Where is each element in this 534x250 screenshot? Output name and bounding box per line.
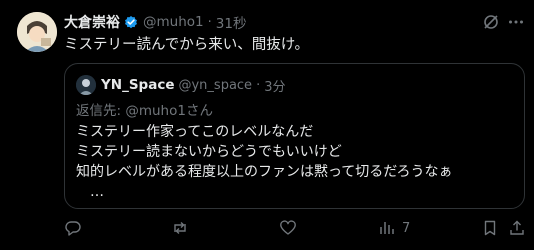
quoted-time[interactable]: 3分 [264,76,285,95]
quoted-header: YN_Space @yn_space · 3分 [76,75,285,95]
share-icon [510,220,524,235]
post-text: ミステリー読んでから来い、間抜け。 [64,37,310,53]
bookmark-icon [484,220,496,236]
author-name[interactable]: 大倉崇裕 [64,12,120,32]
views-icon [380,222,394,234]
repost-icon [174,221,186,235]
quoted-text: ミステリー作家ってこのレベルなんだ ミステリー読まないからどうでもいいけど 知的… [76,122,452,202]
separator-dot: · [207,14,212,30]
reply-button[interactable] [64,218,82,238]
grok-icon[interactable] [481,12,501,32]
replying-to: 返信先: @muho1さん [76,103,213,119]
quoted-line: 知的レベルがある程度以上のファンは黙って切るだろうなぁ [76,164,453,180]
views-count: 7 [402,220,411,236]
like-button[interactable] [279,218,297,238]
author-avatar[interactable] [17,12,57,52]
quoted-line: ミステリー読まないからどうでもいいけど [76,144,342,160]
quoted-line: ミステリー作家ってこのレベルなんだ [76,124,314,140]
quoted-post[interactable]: YN_Space @yn_space · 3分 返信先: @muho1さん ミス… [64,63,525,209]
verified-badge-icon [123,14,139,30]
quoted-avatar[interactable] [76,75,96,95]
views-button[interactable]: 7 [378,218,410,238]
bookmark-button[interactable] [481,218,499,238]
heart-icon [280,220,296,235]
separator-dot: · [256,77,261,93]
author-handle[interactable]: @muho1 [143,14,204,30]
more-options-icon[interactable] [506,12,526,32]
quoted-line: … [90,184,104,200]
reply-icon [65,221,81,236]
repost-button[interactable] [171,218,189,238]
quoted-author-handle[interactable]: @yn_space [178,78,252,93]
quoted-author-name[interactable]: YN_Space [101,77,174,93]
share-button[interactable] [508,218,526,238]
post-header: 大倉崇裕 @muho1 · 31秒 [64,12,246,32]
post-time[interactable]: 31秒 [216,12,247,32]
